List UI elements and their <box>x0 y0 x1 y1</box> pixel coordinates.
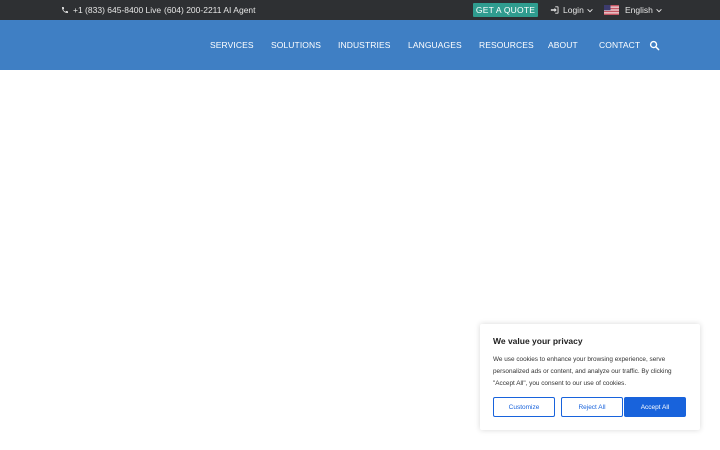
login-link[interactable]: Login <box>550 0 597 20</box>
cookie-description: We use cookies to enhance your browsing … <box>493 356 672 387</box>
phone-live-text: +1 (833) 645-8400 Live <box>73 5 162 15</box>
search-icon[interactable] <box>649 40 660 51</box>
get-a-quote-button[interactable]: GET A QUOTE <box>473 3 538 17</box>
phone-live-link[interactable]: +1 (833) 645-8400 Live <box>61 0 161 20</box>
nav-languages[interactable]: LANGUAGES <box>408 20 462 70</box>
phone-icon <box>61 6 70 15</box>
nav-resources[interactable]: RESOURCES <box>479 20 534 70</box>
chevron-down-icon <box>656 8 662 12</box>
phone-ai-link[interactable]: (604) 200-2211 AI Agent <box>164 0 256 20</box>
language-label: English <box>625 5 653 15</box>
main-navigation: SERVICES SOLUTIONS INDUSTRIES LANGUAGES … <box>0 20 720 70</box>
login-label: Login <box>563 5 584 15</box>
nav-industries[interactable]: INDUSTRIES <box>338 20 390 70</box>
cookie-title: We value your privacy <box>493 336 583 346</box>
phone-ai-text: (604) 200-2211 AI Agent <box>164 5 256 15</box>
chevron-down-icon <box>587 8 593 12</box>
nav-contact[interactable]: CONTACT <box>599 20 640 70</box>
language-selector[interactable]: English <box>604 0 662 20</box>
customize-button[interactable]: Customize <box>493 397 555 417</box>
us-flag-icon <box>604 5 619 15</box>
login-icon <box>550 6 559 14</box>
nav-about[interactable]: ABOUT <box>548 20 578 70</box>
accept-all-button[interactable]: Accept All <box>624 397 686 417</box>
cookie-consent-banner: We value your privacy We use cookies to … <box>480 324 700 430</box>
reject-all-button[interactable]: Reject All <box>561 397 623 417</box>
top-bar: +1 (833) 645-8400 Live (604) 200-2211 AI… <box>0 0 720 20</box>
nav-services[interactable]: SERVICES <box>210 20 254 70</box>
nav-solutions[interactable]: SOLUTIONS <box>271 20 321 70</box>
